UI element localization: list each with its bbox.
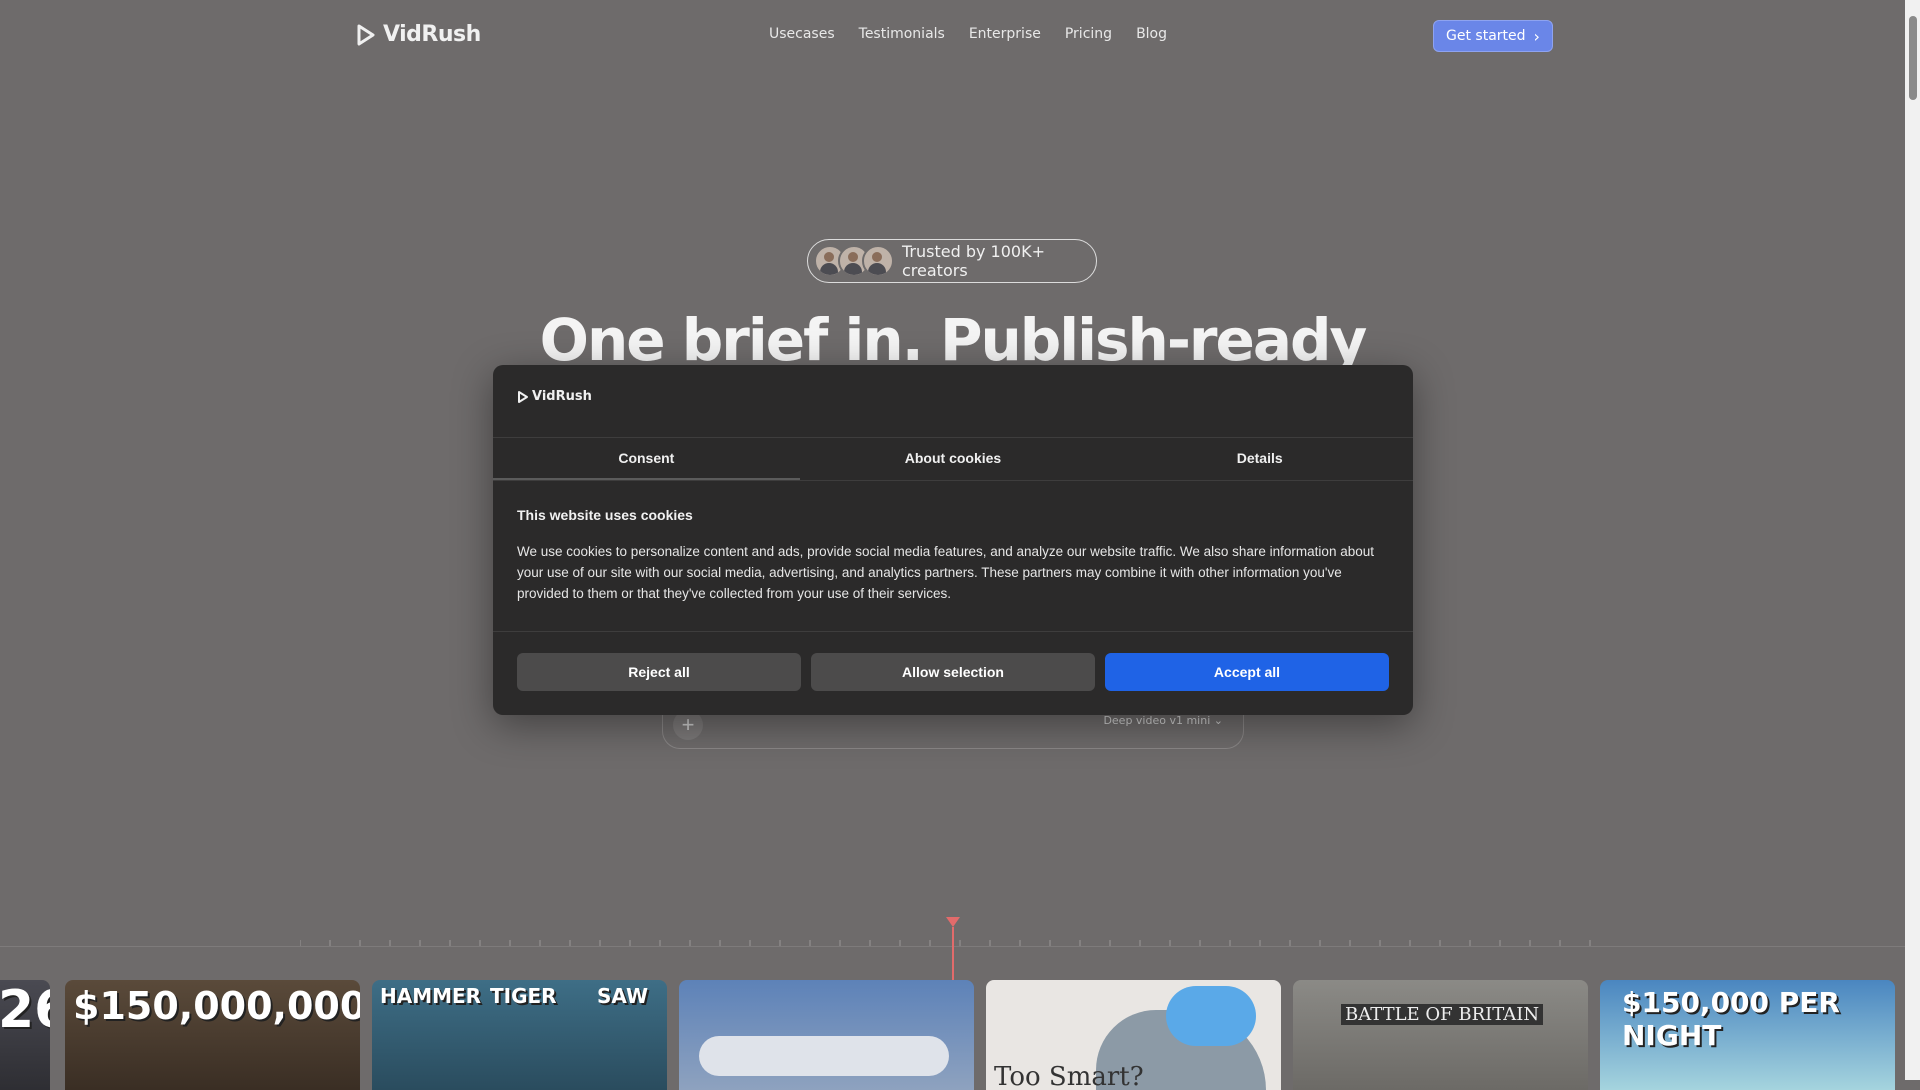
reject-all-button[interactable]: Reject all [517, 653, 801, 691]
site-header: VidRush Usecases Testimonials Enterprise… [0, 0, 1905, 72]
accept-all-button[interactable]: Accept all [1105, 653, 1389, 691]
tab-details[interactable]: Details [1106, 438, 1413, 480]
main-nav: Usecases Testimonials Enterprise Pricing… [769, 26, 1167, 42]
get-started-button[interactable]: Get started › [1433, 20, 1553, 52]
dialog-header: VidRush [493, 365, 1413, 438]
thumbnail-title: SAW [597, 984, 649, 1008]
dialog-tabs: Consent About cookies Details [493, 438, 1413, 481]
playhead-marker[interactable] [946, 917, 960, 927]
nav-blog[interactable]: Blog [1136, 26, 1167, 42]
dialog-text: We use cookies to personalize content an… [517, 544, 1374, 601]
airplane-image [699, 1036, 949, 1076]
thumbnail-card[interactable]: BATTLE OF BRITAIN [1293, 980, 1588, 1090]
playhead-line [952, 927, 954, 981]
thumbnail-card[interactable]: $150,000 PER NIGHT [1600, 980, 1895, 1090]
brain-image [1166, 986, 1256, 1046]
thumbnail-card[interactable]: $150,000,000 [65, 980, 360, 1090]
model-label: Deep video v1 mini [1103, 714, 1211, 727]
thumbnail-card[interactable]: 26 [0, 980, 50, 1090]
scrollbar-thumb[interactable] [1909, 16, 1917, 100]
logo[interactable]: VidRush [355, 22, 481, 47]
dialog-body: This website uses cookies We use cookies… [493, 481, 1413, 632]
tab-consent[interactable]: Consent [493, 438, 800, 480]
avatar [862, 245, 894, 277]
play-logo-icon [357, 24, 375, 45]
thumbnail-title: Too Smart? [994, 1062, 1144, 1090]
nav-testimonials[interactable]: Testimonials [859, 26, 945, 42]
nav-pricing[interactable]: Pricing [1065, 26, 1112, 42]
tab-about-cookies[interactable]: About cookies [800, 438, 1107, 480]
nav-usecases[interactable]: Usecases [769, 26, 835, 42]
logo-text: VidRush [383, 22, 481, 47]
dialog-logo: VidRush [517, 389, 592, 404]
thumbnail-card[interactable] [679, 980, 974, 1090]
play-logo-icon [518, 390, 528, 403]
dialog-title: This website uses cookies [517, 507, 693, 523]
thumbnail-title: 26 [0, 980, 50, 1040]
get-started-label: Get started [1446, 28, 1526, 44]
allow-selection-button[interactable]: Allow selection [811, 653, 1095, 691]
thumbnail-title: HAMMER [380, 984, 482, 1008]
hero-title: One brief in. Publish-ready [539, 306, 1368, 374]
dialog-logo-text: VidRush [532, 389, 592, 404]
chevron-down-icon: ⌄ [1213, 714, 1223, 727]
page-scrollbar[interactable] [1905, 0, 1920, 1080]
thumbnail-title: $150,000,000 [73, 984, 360, 1028]
thumbnail-card[interactable]: HAMMER TIGER SAW [372, 980, 667, 1090]
avatar-group [814, 245, 894, 277]
chevron-right-icon: › [1533, 26, 1540, 46]
trust-badge: Trusted by 100K+ creators [807, 239, 1097, 283]
model-selector[interactable]: Deep video v1 mini ⌄ [1103, 714, 1223, 727]
nav-enterprise[interactable]: Enterprise [969, 26, 1041, 42]
cookie-consent-dialog: VidRush Consent About cookies Details Th… [493, 365, 1413, 715]
thumbnail-title: $150,000 PER NIGHT [1622, 986, 1840, 1052]
thumbnail-title: BATTLE OF BRITAIN [1341, 1004, 1544, 1025]
trust-text: Trusted by 100K+ creators [902, 242, 1045, 280]
dialog-actions: Reject all Allow selection Accept all [517, 653, 1389, 691]
thumbnail-title: TIGER [490, 984, 557, 1008]
thumbnail-card[interactable]: Too Smart? [986, 980, 1281, 1090]
